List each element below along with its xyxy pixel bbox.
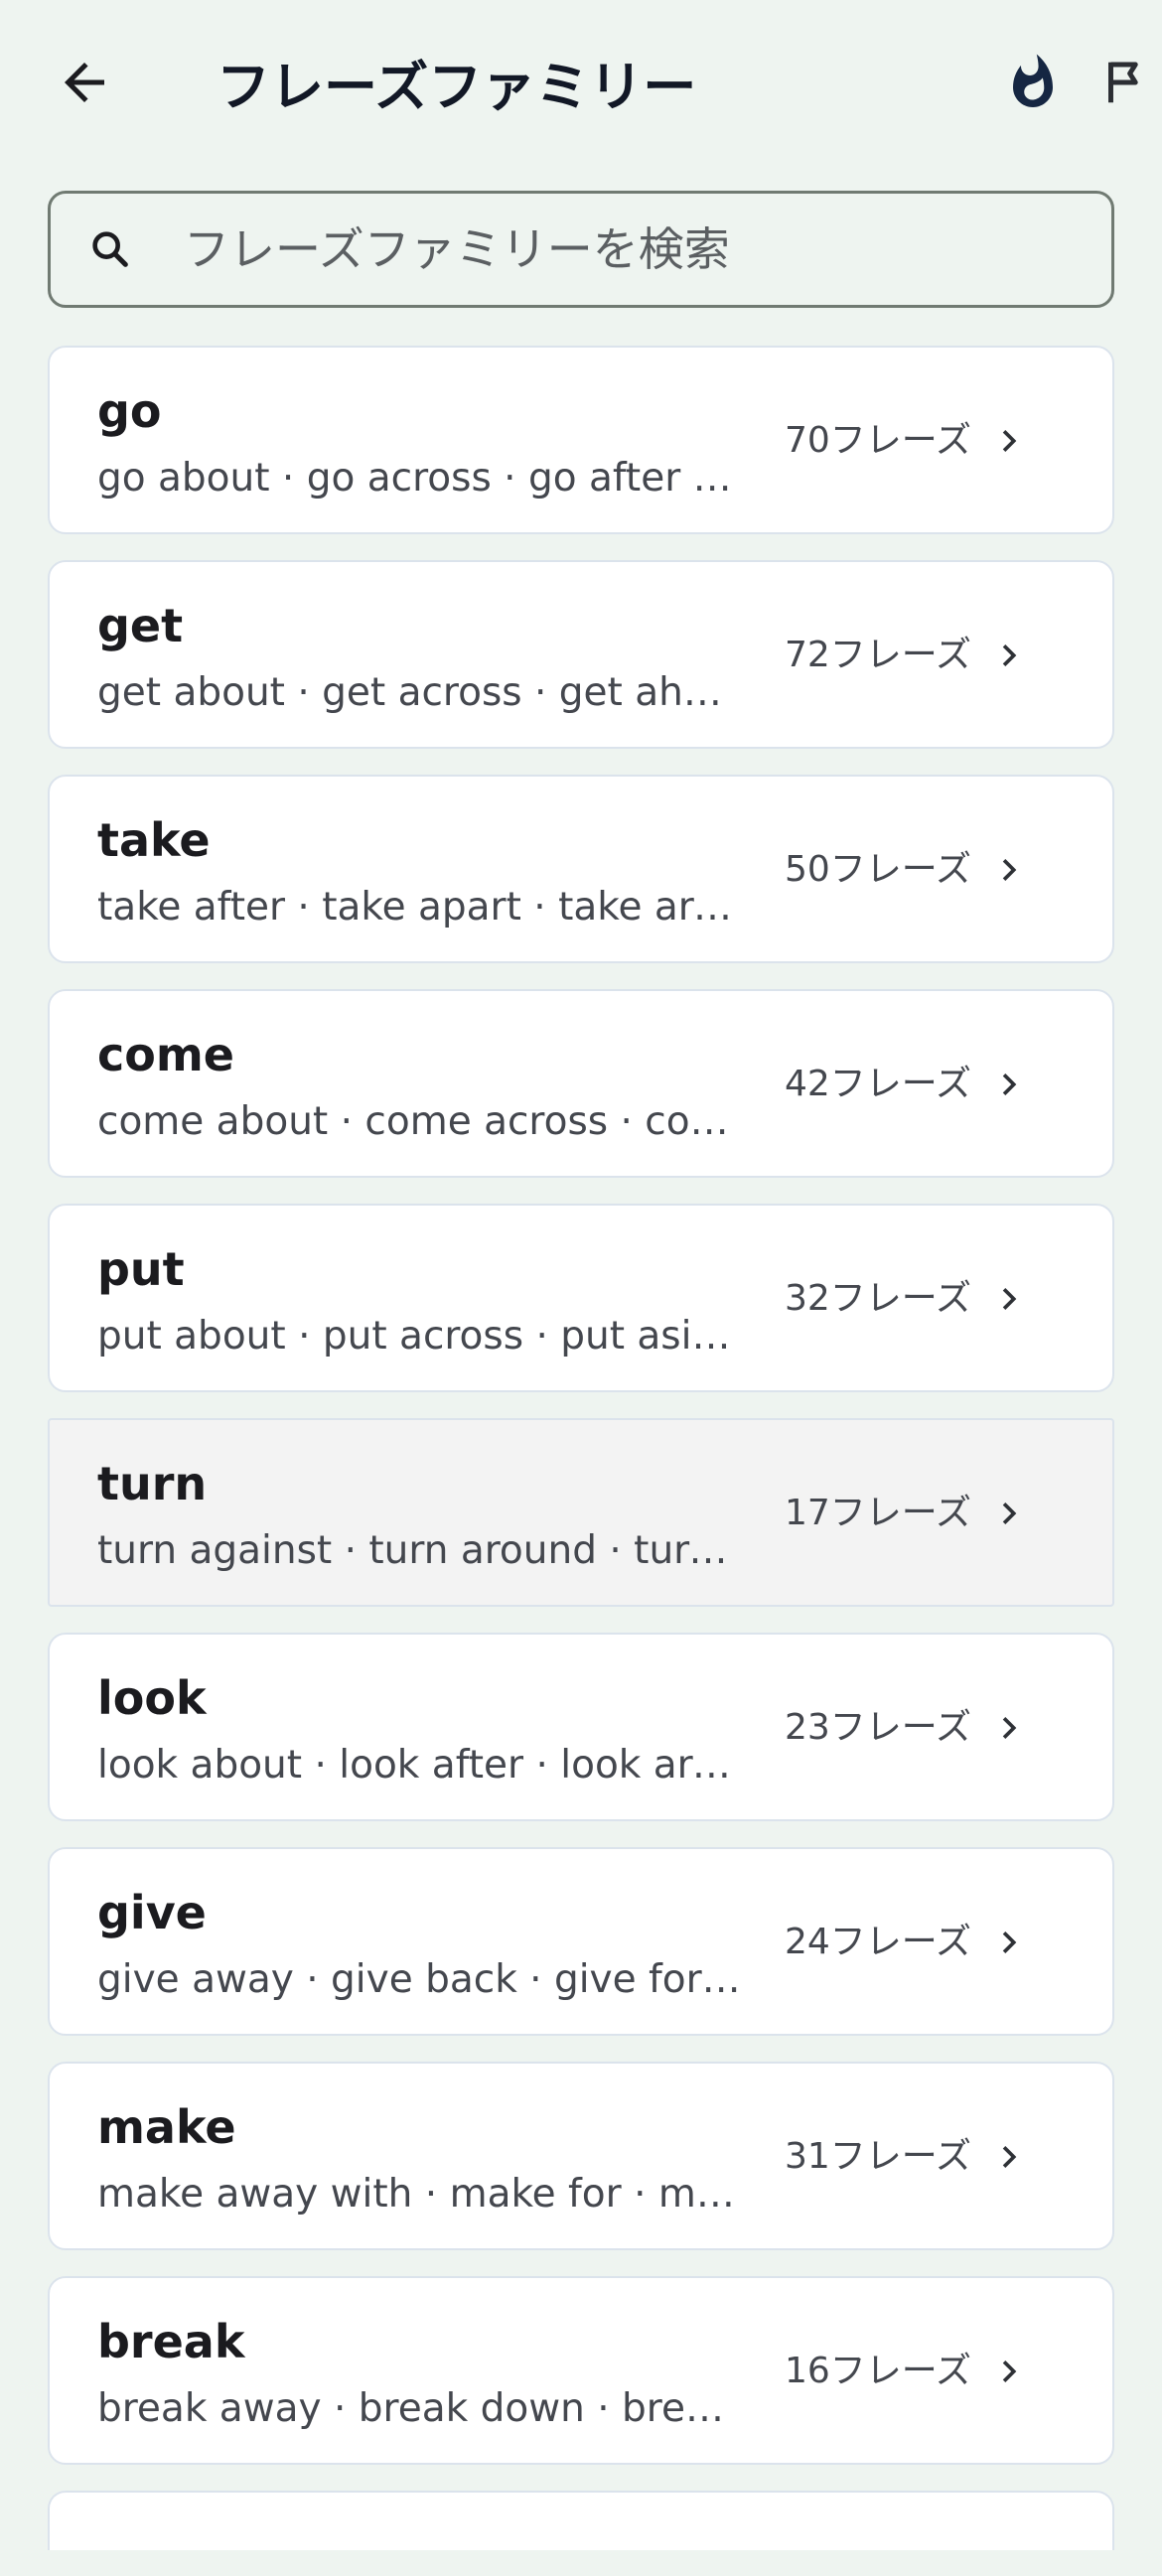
family-verb: make [97,2100,236,2154]
family-verb: break [97,2315,245,2368]
phrase-count: 72フレーズ [784,635,971,675]
family-card-come[interactable]: come come about · come across · co… 42フレ… [48,989,1114,1178]
phrase-count: 32フレーズ [784,1278,971,1319]
family-examples: look about · look after · look aro… [97,1743,741,1788]
family-card-get[interactable]: get get about · get across · get ahea… 7… [48,560,1114,749]
family-examples: make away with · make for · ma… [97,2172,741,2217]
family-verb: come [97,1028,234,1081]
chevron-right-icon [985,1490,1033,1537]
family-verb: get [97,599,184,652]
phrase-count: 42フレーズ [784,1064,971,1104]
phrase-count: 24フレーズ [784,1922,971,1962]
search-input[interactable] [182,221,1082,277]
family-verb: put [97,1242,185,1296]
app-bar: フレーズファミリー [0,0,1162,169]
fire-icon [1003,53,1063,116]
family-examples: turn against · turn around · turn … [97,1528,741,1573]
phrase-count: 50フレーズ [784,849,971,890]
chevron-right-icon [985,846,1033,894]
family-examples: put about · put across · put asid… [97,1314,741,1359]
arrow-left-icon [55,53,114,116]
family-card-give[interactable]: give give away · give back · give forth…… [48,1847,1114,2036]
report-button[interactable] [1097,40,1162,129]
chevron-right-icon [985,1061,1033,1108]
family-card-partial[interactable] [48,2491,1114,2550]
chevron-right-icon [985,632,1033,679]
back-button[interactable] [40,40,129,129]
family-card-go[interactable]: go go about · go across · go after … 70フ… [48,346,1114,534]
family-verb: go [97,384,162,438]
chevron-right-icon [985,1704,1033,1752]
phrase-count: 23フレーズ [784,1707,971,1748]
family-examples: take after · take apart · take aro… [97,885,741,930]
family-verb: give [97,1886,207,1939]
chevron-right-icon [985,2133,1033,2181]
search-field[interactable] [48,191,1114,308]
phrase-count: 70フレーズ [784,420,971,461]
family-card-look[interactable]: look look about · look after · look aro…… [48,1633,1114,1821]
phrase-count: 16フレーズ [784,2351,971,2391]
family-card-take[interactable]: take take after · take apart · take aro…… [48,775,1114,963]
family-verb: look [97,1671,207,1725]
phrase-count: 17フレーズ [784,1493,971,1533]
chevron-right-icon [985,1919,1033,1966]
phrase-family-list: go go about · go across · go after … 70フ… [48,346,1114,2576]
streak-button[interactable] [988,40,1078,129]
family-examples: break away · break down · break… [97,2386,741,2431]
phrase-count: 31フレーズ [784,2136,971,2177]
family-examples: come about · come across · co… [97,1099,729,1144]
family-card-turn[interactable]: turn turn against · turn around · turn …… [48,1418,1114,1607]
chevron-right-icon [985,417,1033,465]
chevron-right-icon [985,2348,1033,2395]
family-card-make[interactable]: make make away with · make for · ma… 31フ… [48,2062,1114,2250]
family-verb: take [97,813,211,867]
family-verb: turn [97,1457,208,1510]
family-examples: go about · go across · go after … [97,456,732,501]
search-icon [86,225,134,273]
flag-icon [1097,56,1151,113]
family-card-put[interactable]: put put about · put across · put asid… 3… [48,1204,1114,1392]
page-title: フレーズファミリー [217,56,697,118]
family-examples: give away · give back · give forth… [97,1957,741,2002]
family-card-break[interactable]: break break away · break down · break… 1… [48,2276,1114,2465]
chevron-right-icon [985,1275,1033,1323]
family-examples: get about · get across · get ahea… [97,670,741,715]
